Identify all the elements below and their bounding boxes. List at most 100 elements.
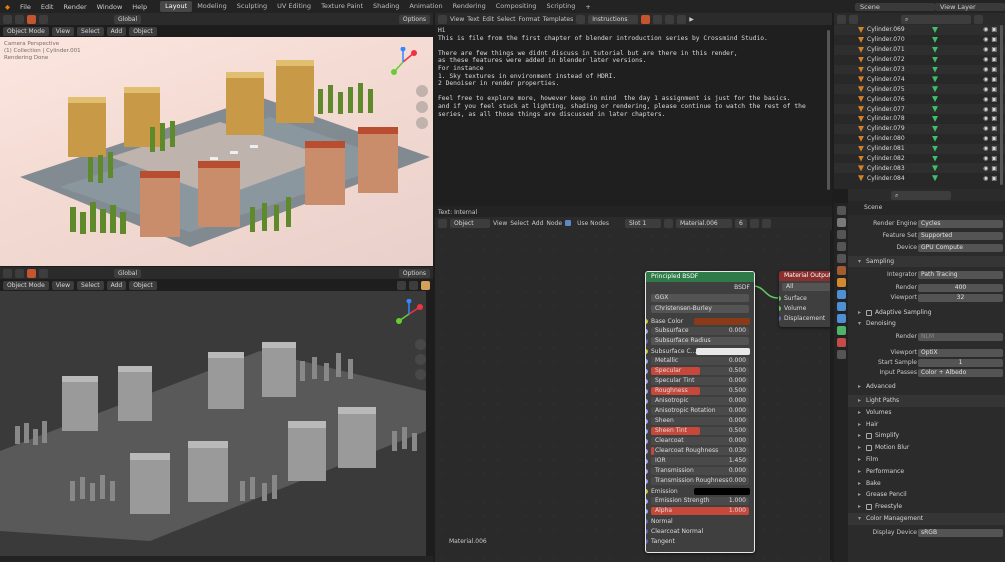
render-camera-icon[interactable]: ▣ [991,145,997,152]
filter-icon[interactable] [974,14,983,24]
render-samples-field[interactable]: 400 [918,284,1003,292]
bsdf-input-row[interactable]: Alpha 1.000 [646,506,754,516]
bsdf-input-row[interactable]: Tangent [646,536,754,546]
node-editor-canvas[interactable]: Material.006 Principled BSDF BSDF GGX Ch… [435,229,832,562]
mesh-data-icon[interactable] [932,26,938,33]
viewport-rendered[interactable]: Camera Perspective (1) Collection | Cyli… [0,37,433,266]
visibility-eye-icon[interactable]: ◉ [983,46,988,53]
viewport-samples-field[interactable]: 32 [918,294,1003,302]
section-checkbox[interactable] [866,432,872,439]
node-select-menu[interactable]: Select [510,220,529,227]
input-passes-dropdown[interactable]: Color + Albedo [918,369,1003,377]
zoom-icon-2[interactable] [415,339,426,350]
input-socket-icon[interactable] [646,349,648,354]
mesh-data-icon[interactable] [932,66,938,73]
blender-logo-icon[interactable]: ◆ [0,3,15,11]
visibility-eye-icon[interactable]: ◉ [983,36,988,43]
input-socket-icon[interactable] [646,439,648,444]
render-tab-icon[interactable] [836,218,846,227]
visibility-eye-icon[interactable]: ◉ [983,66,988,73]
mesh-data-icon[interactable] [932,175,938,182]
render-camera-icon[interactable]: ▣ [991,86,997,93]
input-socket-icon[interactable] [646,449,648,454]
mesh-data-icon[interactable] [932,155,938,162]
outliner[interactable]: ⌕ Cylinder.069 ◉ ▣ Cylinder.070 ◉ ▣ Cylinder.0… [834,13,1005,189]
text-new-icon[interactable] [653,14,663,24]
view-menu-2[interactable]: View [51,280,75,290]
mesh-data-icon[interactable] [932,135,938,142]
displacement-socket[interactable]: Displacement [779,313,832,323]
integrator-dropdown[interactable]: Path Tracing [918,271,1003,279]
bsdf-node-title[interactable]: Principled BSDF [646,272,754,282]
visibility-eye-icon[interactable]: ◉ [983,175,988,182]
render-camera-icon[interactable]: ▣ [991,175,997,182]
section-checkbox[interactable] [866,503,872,510]
outliner-item[interactable]: Cylinder.082 ◉ ▣ [834,154,1005,164]
output-tab-icon[interactable] [836,230,846,239]
render-camera-icon[interactable]: ▣ [991,125,997,132]
visibility-eye-icon[interactable]: ◉ [983,165,988,172]
editor-type-icon-text[interactable] [438,14,447,24]
mesh-data-icon[interactable] [932,96,938,103]
device-dropdown[interactable]: GPU Compute [918,244,1003,252]
input-socket-icon[interactable] [646,429,648,434]
render-camera-icon[interactable]: ▣ [991,106,997,113]
feature-set-dropdown[interactable]: Supported [918,232,1003,240]
bsdf-input-row[interactable]: Transmission Roughness 0.000 [646,476,754,486]
hand-pan-icon[interactable] [416,101,428,113]
outliner-item[interactable]: Cylinder.070 ◉ ▣ [834,35,1005,45]
tab-shading[interactable]: Shading [368,1,404,12]
properties-section-performance[interactable]: Performance [848,466,1005,478]
camera-view-icon[interactable] [416,117,428,129]
material-users-count[interactable]: 6 [734,218,747,228]
render-camera-icon[interactable]: ▣ [991,135,997,142]
outliner-scrollbar[interactable] [1000,25,1003,185]
input-socket-icon[interactable] [646,499,648,504]
bsdf-input-slider[interactable]: Clearcoat Roughness 0.030 [651,447,749,455]
tab-texture-paint[interactable]: Texture Paint [316,1,368,12]
text-open-icon[interactable] [665,14,675,24]
bsdf-input-row[interactable]: Clearcoat Normal [646,526,754,536]
input-socket-icon[interactable] [646,519,648,524]
visibility-eye-icon[interactable]: ◉ [983,125,988,132]
material-pin-icon[interactable] [761,218,771,228]
tab-compositing[interactable]: Compositing [491,1,542,12]
bsdf-input-row[interactable]: Subsurface 0.000 [646,326,754,336]
bsdf-input-row[interactable]: Clearcoat 0.000 [646,436,754,446]
outliner-item[interactable]: Cylinder.084 ◉ ▣ [834,173,1005,183]
bsdf-input-row[interactable]: Normal [646,516,754,526]
text-filename-field[interactable]: Instructions [588,14,639,24]
text-close-icon[interactable] [677,14,687,24]
editor-type-icon[interactable] [3,14,12,24]
text-select-menu[interactable]: Select [497,16,516,23]
editor-type-icon-outliner[interactable] [837,14,846,24]
render-camera-icon[interactable]: ▣ [991,115,997,122]
material-name-field[interactable]: Material.006 [675,218,732,228]
view-layer-tab-icon[interactable] [836,242,846,251]
denoising-panel-header[interactable]: Denoising [848,318,1005,329]
text-scrollbar[interactable] [827,30,830,190]
outliner-item[interactable]: Cylinder.072 ◉ ▣ [834,55,1005,65]
text-browse-icon[interactable] [576,14,586,24]
display-mode-icon[interactable] [849,14,858,24]
bsdf-input-slider[interactable]: Specular Tint 0.000 [651,377,749,385]
properties-section-light-paths[interactable]: Light Paths [848,395,1005,407]
tab-animation[interactable]: Animation [404,1,447,12]
input-socket-icon[interactable] [646,369,648,374]
slot-dropdown[interactable]: Slot 1 [624,218,661,228]
visibility-eye-icon[interactable]: ◉ [983,145,988,152]
camera-view-icon-2[interactable] [415,369,426,380]
render-camera-icon[interactable]: ▣ [991,165,997,172]
color-swatch[interactable] [694,317,750,325]
render-camera-icon[interactable]: ▣ [991,76,997,83]
input-socket-icon[interactable] [646,319,648,324]
bsdf-input-dropdown[interactable]: Subsurface Radius [651,337,749,345]
bsdf-input-row[interactable]: Specular Tint 0.000 [646,376,754,386]
bsdf-input-row[interactable]: Emission [646,486,754,496]
input-socket-icon[interactable] [646,389,648,394]
bsdf-output-socket[interactable]: BSDF [646,282,754,292]
outliner-item[interactable]: Cylinder.078 ◉ ▣ [834,114,1005,124]
visibility-eye-icon[interactable]: ◉ [983,106,988,113]
bsdf-input-row[interactable]: Sheen Tint 0.500 [646,426,754,436]
bsdf-input-slider[interactable]: Sheen 0.000 [651,417,749,425]
